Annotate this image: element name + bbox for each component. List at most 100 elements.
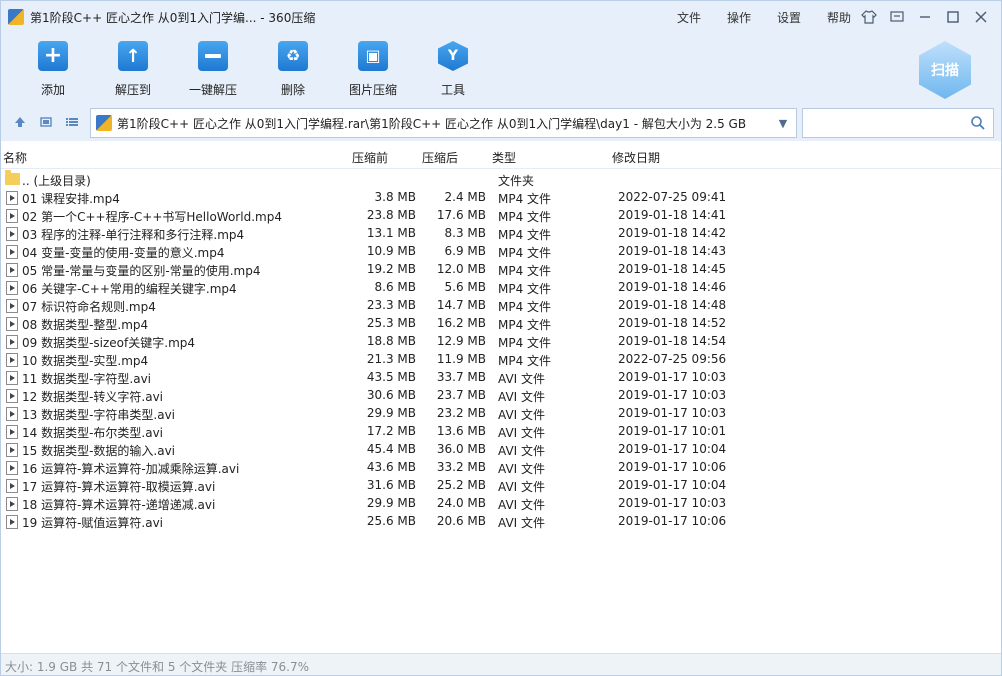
file-size-after: 33.2 MB	[436, 460, 486, 474]
search-box	[802, 108, 994, 138]
file-list: 名称 压缩前 压缩后 类型 修改日期 .. (上级目录) 文件夹 01 课程安排…	[1, 145, 1001, 653]
table-row[interactable]: 03 程序的注释-单行注释和多行注释.mp4 13.1 MB 8.3 MB MP4 文…	[1, 225, 1001, 243]
column-modified[interactable]: 修改日期	[612, 149, 660, 166]
close-icon[interactable]	[967, 5, 995, 29]
skin-icon[interactable]	[855, 5, 883, 29]
table-row[interactable]: 13 数据类型-字符串类型.avi 29.9 MB 23.2 MB AVI 文件 201…	[1, 405, 1001, 423]
status-text: 大小: 1.9 GB 共 71 个文件和 5 个文件夹 压缩率 76.7%	[5, 660, 310, 674]
video-file-icon	[6, 227, 18, 241]
file-modified: 2019-01-18 14:41	[618, 208, 727, 222]
file-name: 06 关键字-C++常用的编程关键字.mp4	[22, 282, 237, 296]
file-type: MP4 文件	[498, 300, 552, 314]
add-button[interactable]: 添加	[13, 39, 93, 99]
file-modified: 2019-01-18 14:43	[618, 244, 727, 258]
image-compress-button[interactable]: 图片压缩	[333, 39, 413, 99]
file-name: 02 第一个C++程序-C++书写HelloWorld.mp4	[22, 210, 282, 224]
file-type: AVI 文件	[498, 390, 546, 404]
file-name: 10 数据类型-实型.mp4	[22, 354, 149, 368]
file-type: AVI 文件	[498, 498, 546, 512]
menu-file[interactable]: 文件	[677, 9, 701, 26]
extract-to-button[interactable]: 解压到	[93, 39, 173, 99]
parent-folder-row[interactable]: .. (上级目录) 文件夹	[1, 170, 1001, 189]
file-modified: 2022-07-25 09:56	[618, 352, 727, 366]
file-size-after: 2.4 MB	[444, 190, 486, 204]
file-modified: 2019-01-17 10:06	[618, 514, 727, 528]
table-row[interactable]: 04 变量-变量的使用-变量的意义.mp4 10.9 MB 6.9 MB MP4 文件…	[1, 243, 1001, 261]
scan-label: 扫描	[931, 63, 959, 79]
table-row[interactable]: 05 常量-常量与变量的区别-常量的使用.mp4 19.2 MB 12.0 MB MP…	[1, 261, 1001, 279]
menu-settings[interactable]: 设置	[777, 9, 801, 26]
file-type: AVI 文件	[498, 516, 546, 530]
toolbar: 添加 解压到 一键解压 删除 图片压缩 工具 扫描	[1, 33, 1001, 105]
table-row[interactable]: 18 运算符-算术运算符-递增递减.avi 29.9 MB 24.0 MB AVI 文…	[1, 495, 1001, 513]
address-row: 第1阶段C++ 匠心之作 从0到1入门学编程.rar\第1阶段C++ 匠心之作 …	[1, 105, 1001, 141]
chevron-down-icon[interactable]: ▼	[770, 117, 796, 130]
address-bar[interactable]: 第1阶段C++ 匠心之作 从0到1入门学编程.rar\第1阶段C++ 匠心之作 …	[90, 108, 797, 138]
tools-button[interactable]: 工具	[413, 39, 493, 99]
table-row[interactable]: 19 运算符-赋值运算符.avi 25.6 MB 20.6 MB AVI 文件 2019…	[1, 513, 1001, 531]
file-type: AVI 文件	[498, 408, 546, 422]
parent-folder-name: .. (上级目录)	[22, 174, 91, 188]
file-name: 18 运算符-算术运算符-递增递减.avi	[22, 498, 216, 512]
file-size-before: 18.8 MB	[366, 334, 416, 348]
app-logo-icon	[8, 9, 24, 25]
table-row[interactable]: 12 数据类型-转义字符.avi 30.6 MB 23.7 MB AVI 文件 2019…	[1, 387, 1001, 405]
window-title: 第1阶段C++ 匠心之作 从0到1入门学编... - 360压缩	[30, 10, 316, 25]
table-row[interactable]: 10 数据类型-实型.mp4 21.3 MB 11.9 MB MP4 文件 2022-0…	[1, 351, 1001, 369]
file-name: 11 数据类型-字符型.avi	[22, 372, 152, 386]
table-row[interactable]: 01 课程安排.mp4 3.8 MB 2.4 MB MP4 文件 2022-07-25 …	[1, 189, 1001, 207]
table-row[interactable]: 08 数据类型-整型.mp4 25.3 MB 16.2 MB MP4 文件 2019-0…	[1, 315, 1001, 333]
one-click-extract-label: 一键解压	[188, 83, 237, 97]
thumbnail-view-icon[interactable]	[38, 115, 54, 131]
file-type: MP4 文件	[498, 264, 552, 278]
feedback-icon[interactable]	[883, 5, 911, 29]
file-name: 05 常量-常量与变量的区别-常量的使用.mp4	[22, 264, 261, 278]
file-size-before: 29.9 MB	[366, 496, 416, 510]
file-size-after: 14.7 MB	[436, 298, 486, 312]
search-input[interactable]	[803, 109, 963, 137]
file-size-after: 6.9 MB	[444, 244, 486, 258]
scan-button[interactable]: 扫描	[919, 41, 971, 99]
column-compressed[interactable]: 压缩后	[422, 149, 458, 166]
table-row[interactable]: 14 数据类型-布尔类型.avi 17.2 MB 13.6 MB AVI 文件 2019…	[1, 423, 1001, 441]
status-bar: 大小: 1.9 GB 共 71 个文件和 5 个文件夹 压缩率 76.7%	[1, 653, 1001, 675]
table-row[interactable]: 11 数据类型-字符型.avi 43.5 MB 33.7 MB AVI 文件 2019-…	[1, 369, 1001, 387]
table-row[interactable]: 06 关键字-C++常用的编程关键字.mp4 8.6 MB 5.6 MB MP4 文件…	[1, 279, 1001, 297]
tools-label: 工具	[440, 83, 465, 97]
list-view-icon[interactable]	[64, 115, 80, 131]
file-type: MP4 文件	[498, 246, 552, 260]
table-row[interactable]: 07 标识符命名规则.mp4 23.3 MB 14.7 MB MP4 文件 2019-0…	[1, 297, 1001, 315]
file-modified: 2022-07-25 09:41	[618, 190, 727, 204]
file-modified: 2019-01-18 14:54	[618, 334, 727, 348]
video-file-icon	[6, 317, 18, 331]
image-compress-label: 图片压缩	[348, 83, 397, 97]
maximize-icon[interactable]	[939, 5, 967, 29]
file-size-before: 25.3 MB	[366, 316, 416, 330]
table-row[interactable]: 17 运算符-算术运算符-取模运算.avi 31.6 MB 25.2 MB AVI 文…	[1, 477, 1001, 495]
file-modified: 2019-01-18 14:46	[618, 280, 727, 294]
search-icon[interactable]	[970, 115, 986, 131]
table-row[interactable]: 16 运算符-算术运算符-加减乘除运算.avi 43.6 MB 33.2 MB AVI…	[1, 459, 1001, 477]
video-file-icon	[6, 407, 18, 421]
table-row[interactable]: 09 数据类型-sizeof关键字.mp4 18.8 MB 12.9 MB MP4 文…	[1, 333, 1001, 351]
minimize-icon[interactable]	[911, 5, 939, 29]
column-type[interactable]: 类型	[492, 149, 516, 166]
file-size-after: 5.6 MB	[444, 280, 486, 294]
file-size-before: 10.9 MB	[366, 244, 416, 258]
file-size-before: 43.6 MB	[366, 460, 416, 474]
column-packed[interactable]: 压缩前	[352, 149, 388, 166]
column-name[interactable]: 名称	[3, 149, 27, 166]
one-click-extract-button[interactable]: 一键解压	[173, 39, 253, 99]
delete-button[interactable]: 删除	[253, 39, 333, 99]
menu-help[interactable]: 帮助	[827, 9, 851, 26]
menu-operation[interactable]: 操作	[727, 9, 751, 26]
up-folder-icon[interactable]	[12, 115, 28, 131]
file-modified: 2019-01-17 10:03	[618, 370, 727, 384]
file-modified: 2019-01-17 10:03	[618, 406, 727, 420]
file-size-after: 17.6 MB	[436, 208, 486, 222]
file-type: AVI 文件	[498, 462, 546, 476]
file-size-before: 23.3 MB	[366, 298, 416, 312]
table-row[interactable]: 15 数据类型-数据的输入.avi 45.4 MB 36.0 MB AVI 文件 201…	[1, 441, 1001, 459]
video-file-icon	[6, 371, 18, 385]
table-row[interactable]: 02 第一个C++程序-C++书写HelloWorld.mp4 23.8 MB 17…	[1, 207, 1001, 225]
